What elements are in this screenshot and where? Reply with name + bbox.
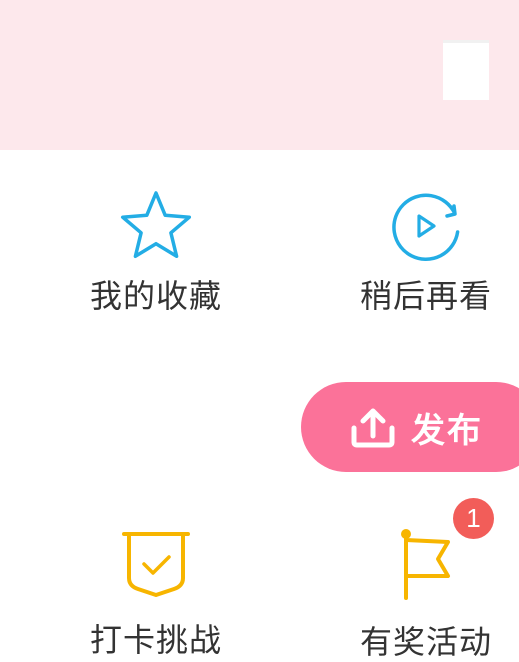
star-icon [120, 191, 192, 259]
activity-label: 有奖活动 [359, 623, 492, 661]
header-banner [0, 0, 519, 150]
replay-play-icon [392, 193, 460, 261]
notification-badge: 1 [453, 498, 494, 539]
publish-button[interactable]: 发布 [301, 382, 519, 472]
menu-checkin-challenge[interactable]: 打卡挑战 [76, 528, 236, 660]
upload-icon [351, 408, 395, 448]
publish-label: 发布 [411, 410, 483, 451]
favorites-label: 我的收藏 [89, 277, 222, 315]
watch-later-label: 稍后再看 [359, 277, 492, 315]
header-card-edge [443, 40, 489, 100]
checkin-label: 打卡挑战 [89, 621, 222, 659]
menu-favorites[interactable]: 我的收藏 [76, 188, 236, 316]
menu-watch-later[interactable]: 稍后再看 [346, 188, 506, 316]
shield-check-icon [122, 532, 190, 597]
flag-icon [401, 529, 450, 600]
menu-prize-activity[interactable]: 有奖活动 [346, 528, 506, 662]
